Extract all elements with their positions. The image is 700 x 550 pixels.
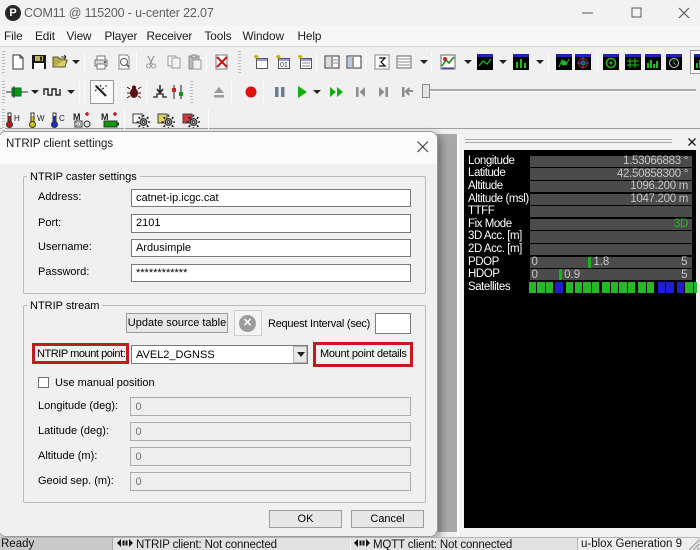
svg-text:W: W xyxy=(37,114,45,123)
svg-text:01: 01 xyxy=(280,62,288,69)
svg-text:10: 10 xyxy=(76,122,82,128)
svg-text:C: C xyxy=(59,114,65,123)
svg-text:H: H xyxy=(14,114,20,123)
